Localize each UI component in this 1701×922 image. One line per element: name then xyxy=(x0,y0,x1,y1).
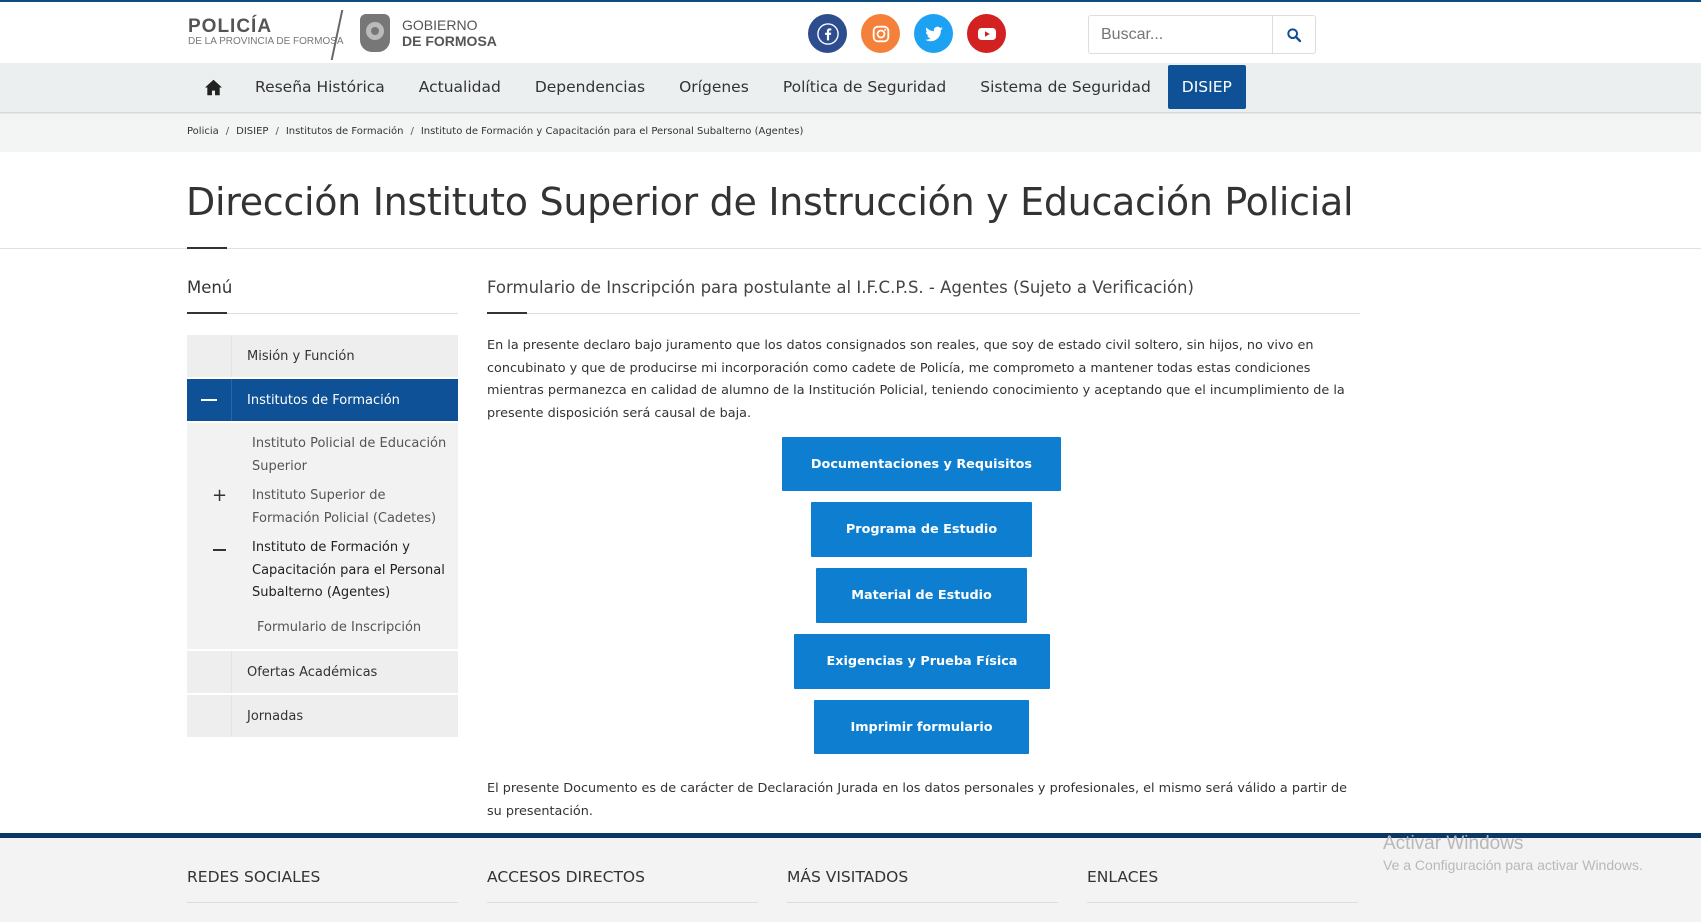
search-icon xyxy=(1287,27,1302,42)
logo-title: POLICÍA xyxy=(188,16,273,37)
nav-disiep[interactable]: DISIEP xyxy=(1167,65,1246,109)
sidebar-item-label: Ofertas Académicas xyxy=(247,664,378,680)
nav-origenes[interactable]: Orígenes xyxy=(662,65,766,109)
gov-line-1: GOBIERNO xyxy=(402,17,478,33)
watermark-title: Activar Windows xyxy=(1383,833,1524,854)
sidebar-item-ofertas[interactable]: Ofertas Académicas xyxy=(187,651,458,693)
windows-activation-watermark: Activar Windows Ve a Configuración para … xyxy=(1383,832,1643,874)
sidebar-item-institutos[interactable]: Institutos de Formación xyxy=(187,379,458,421)
footer-heading-redes: REDES SOCIALES xyxy=(187,868,458,903)
programa-button[interactable]: Programa de Estudio xyxy=(811,502,1032,557)
submenu-item-label: Instituto Policial de Educación Superior xyxy=(252,436,447,474)
documentaciones-button[interactable]: Documentaciones y Requisitos xyxy=(782,437,1061,491)
breadcrumb-separator: / xyxy=(410,126,414,137)
breadcrumb-item[interactable]: Institutos de Formación xyxy=(286,126,404,137)
declaration-note: El presente Documento es de carácter de … xyxy=(487,781,1347,819)
expand-toggle[interactable] xyxy=(187,537,252,605)
minus-icon xyxy=(201,399,217,401)
collapse-toggle[interactable] xyxy=(187,379,232,421)
plus-icon[interactable]: + xyxy=(187,485,252,530)
gov-line-2: DE FORMOSA xyxy=(402,33,497,49)
gobierno-logo[interactable]: GOBIERNO DE FORMOSA xyxy=(360,14,497,52)
policia-logo[interactable]: POLICÍA DE LA PROVINCIA DE FORMOSA xyxy=(188,16,344,47)
section-heading: Formulario de Inscripción para postulant… xyxy=(487,278,1360,314)
minus-icon xyxy=(213,549,226,551)
main-content: Formulario de Inscripción para postulant… xyxy=(487,278,1360,819)
title-divider xyxy=(0,248,1701,249)
twitter-icon[interactable] xyxy=(914,14,953,53)
search-box xyxy=(1088,15,1316,54)
sidebar-item-label: Institutos de Formación xyxy=(247,392,400,408)
breadcrumb-current: Instituto de Formación y Capacitación pa… xyxy=(420,126,804,137)
site-header: POLICÍA DE LA PROVINCIA DE FORMOSA GOBIE… xyxy=(0,0,1701,63)
home-icon xyxy=(204,79,222,95)
breadcrumb: Policia / DISIEP / Institutos de Formación… xyxy=(187,126,803,137)
imprimir-button[interactable]: Imprimir formulario xyxy=(814,700,1029,754)
breadcrumb-item[interactable]: Policia xyxy=(187,126,219,137)
breadcrumb-item[interactable]: DISIEP xyxy=(236,126,268,137)
submenu-item-ifcps-agentes[interactable]: Instituto de Formación y Capacitación pa… xyxy=(187,537,458,605)
footer-heading-visitados: MÁS VISITADOS xyxy=(787,868,1058,903)
footer-heading-enlaces: ENLACES xyxy=(1087,868,1358,903)
social-links xyxy=(808,14,1006,53)
sidebar-submenu: Instituto Policial de Educación Superior… xyxy=(187,423,458,649)
submenu-item-label: Instituto Superior de Formación Policial… xyxy=(252,488,437,526)
declaration-paragraph: En la presente declaro bajo juramento qu… xyxy=(487,338,1345,421)
submenu-item-isfp-cadetes[interactable]: + Instituto Superior de Formación Polici… xyxy=(187,485,458,530)
title-accent xyxy=(187,247,227,249)
facebook-icon[interactable] xyxy=(808,14,847,53)
breadcrumb-bar: Policia / DISIEP / Institutos de Formación… xyxy=(0,113,1701,152)
nav-sistema-seguridad[interactable]: Sistema de Seguridad xyxy=(963,65,1168,109)
search-button[interactable] xyxy=(1272,16,1315,53)
sidebar-item-mision[interactable]: Misión y Función xyxy=(187,335,458,377)
footer-heading-accesos: ACCESOS DIRECTOS xyxy=(487,868,758,903)
youtube-icon[interactable] xyxy=(967,14,1006,53)
page-title: Dirección Instituto Superior de Instrucc… xyxy=(186,180,1354,224)
sidebar-item-label: Misión y Función xyxy=(247,348,355,364)
submenu-item-label: Instituto de Formación y Capacitación pa… xyxy=(252,540,445,600)
nav-politica-seguridad[interactable]: Política de Seguridad xyxy=(766,65,963,109)
home-button[interactable] xyxy=(188,65,238,109)
breadcrumb-separator: / xyxy=(275,126,279,137)
sidebar-item-jornadas[interactable]: Jornadas xyxy=(187,695,458,737)
submenu-item-formulario[interactable]: Formulario de Inscripción xyxy=(187,617,458,640)
sidebar-item-label: Jornadas xyxy=(247,708,304,724)
nav-actualidad[interactable]: Actualidad xyxy=(402,65,518,109)
search-input[interactable] xyxy=(1089,16,1272,53)
sidebar: Menú Misión y Función Institutos de Form… xyxy=(187,278,458,737)
breadcrumb-separator: / xyxy=(225,126,230,137)
sidebar-menu: Misión y Función Institutos de Formación… xyxy=(187,335,458,739)
formosa-seal-icon xyxy=(360,14,390,52)
submenu-item-label: Formulario de Inscripción xyxy=(257,619,422,635)
watermark-subtitle: Ve a Configuración para activar Windows. xyxy=(1383,857,1643,873)
nav-dependencias[interactable]: Dependencias xyxy=(518,65,662,109)
logo-subtitle: DE LA PROVINCIA DE FORMOSA xyxy=(188,36,344,47)
submenu-item-ipes[interactable]: Instituto Policial de Educación Superior xyxy=(187,433,458,478)
main-nav: Reseña Histórica Actualidad Dependencias… xyxy=(0,63,1701,113)
nav-resena-historica[interactable]: Reseña Histórica xyxy=(238,65,402,109)
exigencias-button[interactable]: Exigencias y Prueba Física xyxy=(794,634,1050,689)
sidebar-heading: Menú xyxy=(187,278,458,314)
material-button[interactable]: Material de Estudio xyxy=(816,568,1027,623)
instagram-icon[interactable] xyxy=(861,14,900,53)
